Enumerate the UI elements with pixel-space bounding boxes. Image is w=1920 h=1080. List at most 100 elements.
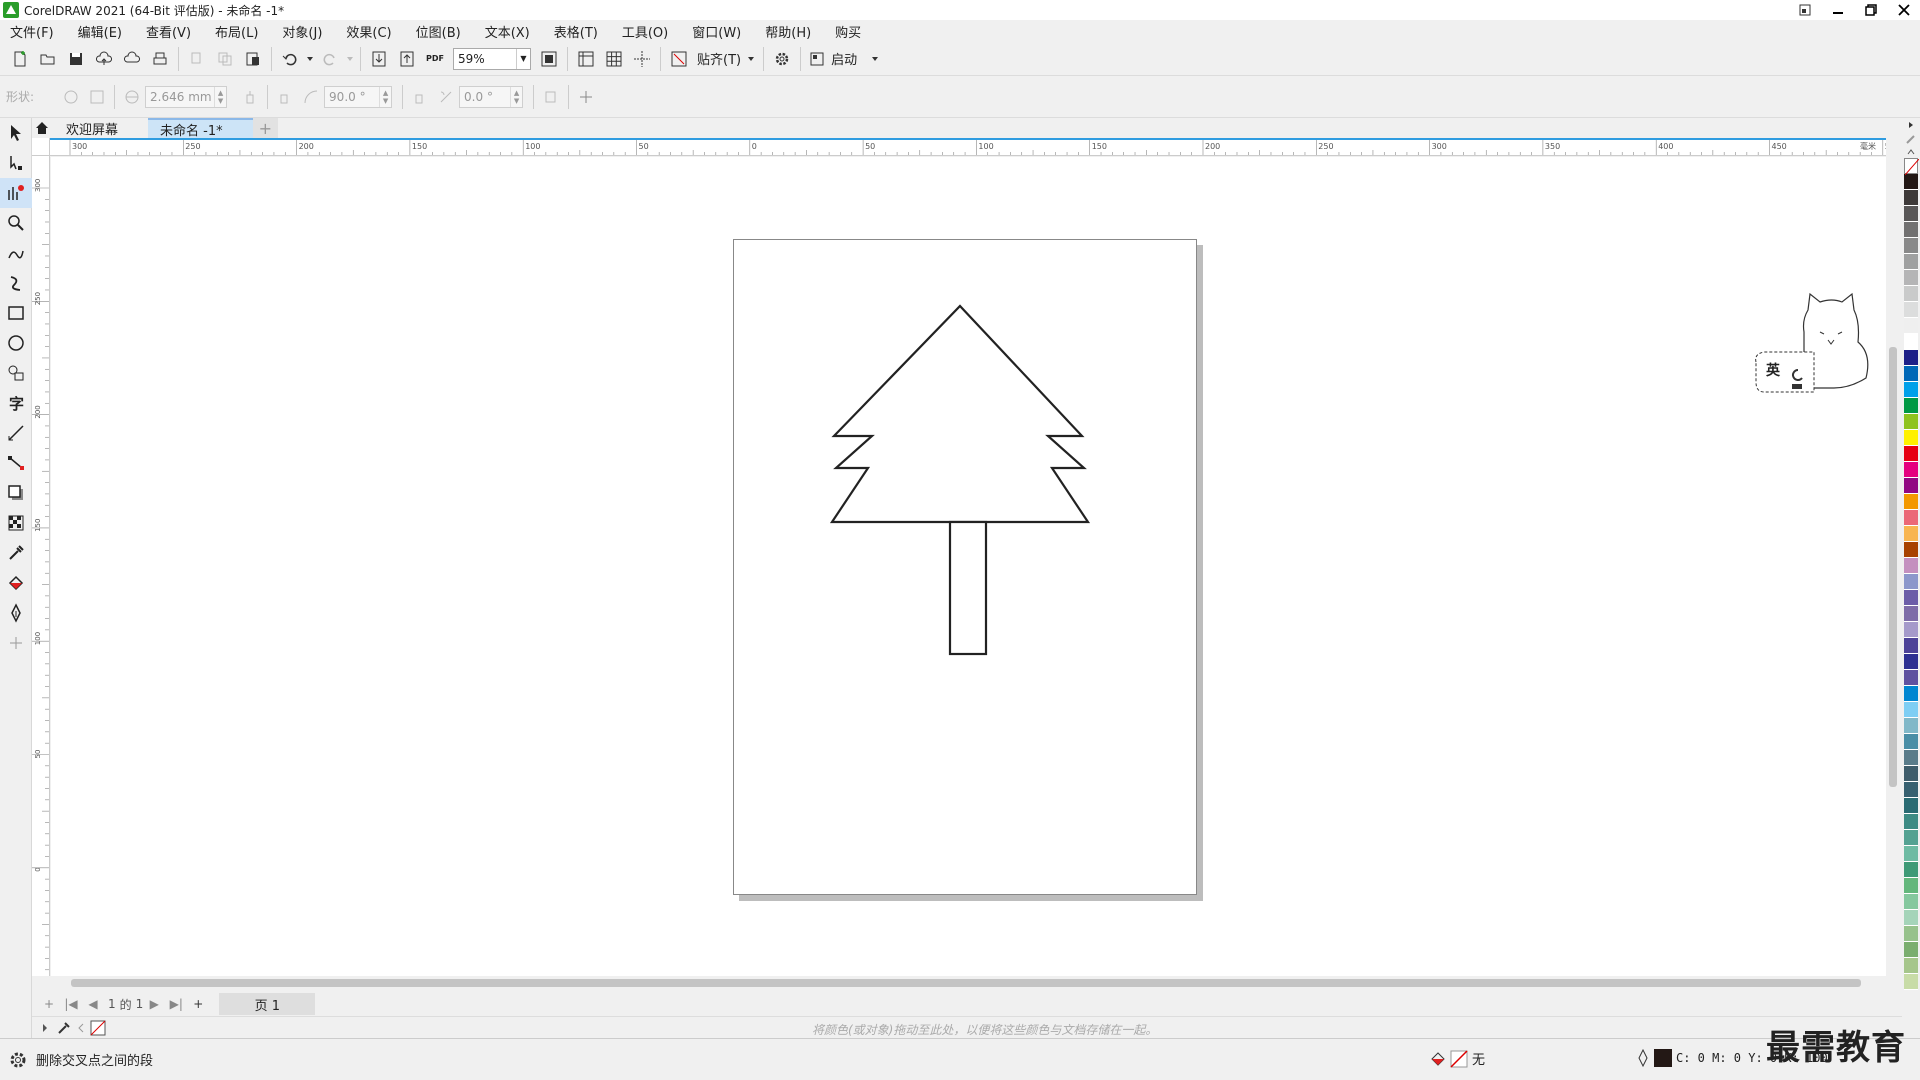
color-swatch[interactable] bbox=[1904, 526, 1918, 542]
snap-to-dropdown[interactable]: 贴齐(T) bbox=[693, 45, 759, 73]
color-swatch[interactable] bbox=[1904, 462, 1918, 478]
color-swatch[interactable] bbox=[1904, 174, 1918, 190]
width-field[interactable]: 2.646 mm ▲ ▼ bbox=[145, 85, 228, 108]
color-swatch[interactable] bbox=[1904, 686, 1918, 702]
color-swatch[interactable] bbox=[1904, 958, 1918, 974]
cloud-upload-button[interactable] bbox=[90, 45, 118, 73]
restore-panel-button[interactable] bbox=[1788, 0, 1821, 20]
color-swatch[interactable] bbox=[1904, 798, 1918, 814]
color-swatch[interactable] bbox=[1904, 558, 1918, 574]
color-swatch[interactable] bbox=[1904, 430, 1918, 446]
color-swatch[interactable] bbox=[1904, 398, 1918, 414]
drawing-canvas[interactable] bbox=[51, 157, 1886, 976]
full-screen-preview-button[interactable] bbox=[535, 45, 563, 73]
undo-dropdown[interactable] bbox=[304, 45, 316, 73]
color-swatch[interactable] bbox=[1904, 638, 1918, 654]
export-button[interactable] bbox=[393, 45, 421, 73]
angle-spinner-1[interactable]: ▲ ▼ bbox=[379, 86, 391, 107]
eyedropper-tool[interactable] bbox=[0, 538, 32, 568]
color-swatch[interactable] bbox=[1904, 494, 1918, 510]
smart-fill-tool[interactable] bbox=[0, 598, 32, 628]
show-rulers-button[interactable] bbox=[572, 45, 600, 73]
page-tab-1[interactable]: 页 1 bbox=[219, 993, 316, 1015]
chevron-left-icon[interactable] bbox=[76, 1023, 86, 1033]
maximize-button[interactable] bbox=[1854, 0, 1887, 20]
artistic-media-tool[interactable] bbox=[0, 268, 32, 298]
color-swatch[interactable] bbox=[1904, 926, 1918, 942]
tab-welcome-screen[interactable]: 欢迎屏幕 bbox=[54, 118, 148, 138]
angle-field-1[interactable]: 90.0 ° ▲ ▼ bbox=[324, 85, 393, 108]
color-swatch[interactable] bbox=[1904, 894, 1918, 910]
angle-spinner-2[interactable]: ▲ ▼ bbox=[510, 86, 522, 107]
color-swatch[interactable] bbox=[1904, 382, 1918, 398]
menu-text[interactable]: 文本(X) bbox=[485, 22, 542, 41]
document-page[interactable] bbox=[733, 239, 1197, 895]
color-swatch[interactable] bbox=[1904, 606, 1918, 622]
color-swatch[interactable] bbox=[1904, 782, 1918, 798]
color-swatch[interactable] bbox=[1904, 206, 1918, 222]
color-swatch[interactable] bbox=[1904, 830, 1918, 846]
tab-document[interactable]: 未命名 -1* bbox=[148, 118, 253, 139]
transparency-tool[interactable] bbox=[0, 508, 32, 538]
add-page-after-button[interactable]: + bbox=[187, 997, 209, 1011]
color-swatch[interactable] bbox=[1904, 766, 1918, 782]
bearing-button[interactable] bbox=[407, 84, 433, 110]
smart-fill-knife-tool[interactable] bbox=[0, 178, 32, 208]
shape-tool[interactable] bbox=[0, 148, 32, 178]
palette-scroll-up[interactable] bbox=[1902, 118, 1920, 132]
horizontal-ruler[interactable]: 300 250 200 150 100 50 0 50 100 150 200 250 300 350 40… bbox=[50, 138, 1886, 156]
color-swatch[interactable] bbox=[1904, 846, 1918, 862]
print-button[interactable] bbox=[146, 45, 174, 73]
color-swatch[interactable] bbox=[1904, 542, 1918, 558]
menu-view[interactable]: 查看(V) bbox=[146, 22, 203, 41]
palette-up-button[interactable] bbox=[1902, 146, 1920, 158]
color-swatch[interactable] bbox=[1904, 302, 1918, 318]
new-document-button[interactable] bbox=[6, 45, 34, 73]
connector-tool[interactable] bbox=[0, 448, 32, 478]
zoom-tool[interactable] bbox=[0, 208, 32, 238]
color-swatch[interactable] bbox=[1904, 254, 1918, 270]
gear-icon[interactable] bbox=[8, 1050, 28, 1070]
color-swatch[interactable] bbox=[1904, 334, 1918, 350]
color-swatch[interactable] bbox=[1904, 654, 1918, 670]
rectangle-tool[interactable] bbox=[0, 298, 32, 328]
color-swatch[interactable] bbox=[1904, 750, 1918, 766]
show-guidelines-button[interactable] bbox=[628, 45, 656, 73]
paste-button[interactable] bbox=[239, 45, 267, 73]
color-swatch[interactable] bbox=[1904, 270, 1918, 286]
vertical-scrollbar[interactable] bbox=[1886, 157, 1900, 976]
copy-button[interactable] bbox=[211, 45, 239, 73]
width-spinner[interactable]: ▲ ▼ bbox=[214, 86, 226, 107]
last-page-button[interactable]: ▶| bbox=[165, 997, 187, 1011]
redo-dropdown[interactable] bbox=[344, 45, 356, 73]
pick-tool[interactable] bbox=[0, 118, 32, 148]
tree-trunk-shape[interactable] bbox=[948, 520, 988, 656]
square-node-button[interactable] bbox=[84, 84, 110, 110]
color-swatch[interactable] bbox=[1904, 878, 1918, 894]
color-swatch[interactable] bbox=[1904, 734, 1918, 750]
vertical-scroll-thumb[interactable] bbox=[1889, 347, 1897, 787]
import-button[interactable] bbox=[365, 45, 393, 73]
menu-layout[interactable]: 布局(L) bbox=[215, 22, 270, 41]
color-swatch[interactable] bbox=[1904, 718, 1918, 734]
interactive-fill-tool[interactable] bbox=[0, 568, 32, 598]
color-swatch[interactable] bbox=[1904, 238, 1918, 254]
parallel-dimension-tool[interactable] bbox=[0, 418, 32, 448]
home-button[interactable] bbox=[32, 118, 52, 138]
ime-cat-widget[interactable]: 英 bbox=[1754, 292, 1886, 412]
color-swatch[interactable] bbox=[1904, 590, 1918, 606]
color-swatch[interactable] bbox=[1904, 702, 1918, 718]
color-swatch[interactable] bbox=[1904, 366, 1918, 382]
angle-field-2[interactable]: 0.0 ° ▲ ▼ bbox=[459, 85, 524, 108]
color-swatch[interactable] bbox=[1904, 670, 1918, 686]
color-swatch[interactable] bbox=[1904, 910, 1918, 926]
cloud-share-button[interactable] bbox=[118, 45, 146, 73]
color-swatch[interactable] bbox=[1904, 814, 1918, 830]
menu-edit[interactable]: 编辑(E) bbox=[78, 22, 134, 41]
color-swatch[interactable] bbox=[1904, 414, 1918, 430]
show-grid-button[interactable] bbox=[600, 45, 628, 73]
ruler-origin-corner[interactable] bbox=[32, 138, 50, 156]
export-pdf-button[interactable]: PDF bbox=[421, 45, 449, 73]
fill-indicator[interactable]: 无 bbox=[1430, 1049, 1485, 1068]
horizontal-scroll-thumb[interactable] bbox=[71, 979, 1861, 987]
